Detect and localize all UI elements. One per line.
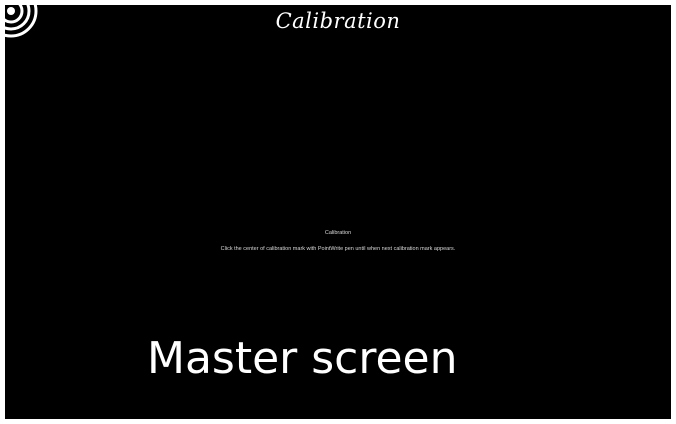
calibration-dialog-title: Calibration — [324, 230, 352, 236]
master-screen-caption: Master screen — [147, 333, 458, 384]
calibration-screen: Calibration Calibration Click the center… — [5, 5, 671, 419]
calibration-instruction: Click the center of calibration mark wit… — [220, 246, 456, 252]
page-title: Calibration — [275, 9, 401, 33]
